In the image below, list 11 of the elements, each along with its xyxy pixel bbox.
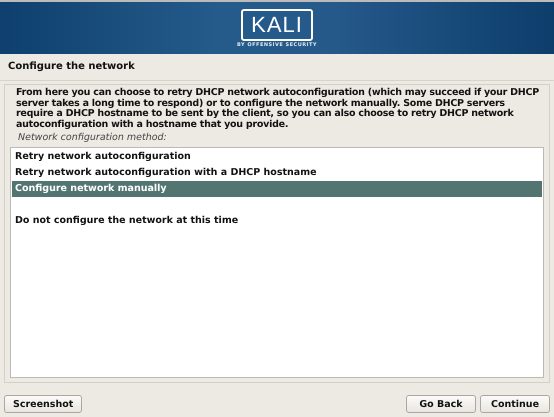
back-button[interactable]: Go Back: [406, 395, 476, 413]
list-item[interactable]: Configure network manually: [12, 181, 542, 197]
description: From here you can choose to retry DHCP network autoconfiguration (which may succeed if your DHCP server takes a long time to respond) or to configure the network manually. Some DHCP servers require a DHCP hostname to be sent by the client, so you can also choose to retry DHCP network autoconfiguration with a hostname that you provide.: [15, 88, 540, 130]
list-item[interactable]: Retry network autoconfiguration with a DHCP hostname: [12, 165, 542, 181]
screenshot-button[interactable]: Screenshot: [4, 395, 82, 413]
list-label: Network configuration method:: [17, 131, 168, 145]
logo: KALI: [241, 8, 313, 40]
continue-button[interactable]: Continue: [480, 395, 550, 413]
list-item[interactable]: Do not configure the network at this time: [12, 213, 542, 229]
step-title: Configure the network: [0, 54, 554, 81]
list-item[interactable]: Retry network autoconfiguration: [12, 149, 542, 165]
